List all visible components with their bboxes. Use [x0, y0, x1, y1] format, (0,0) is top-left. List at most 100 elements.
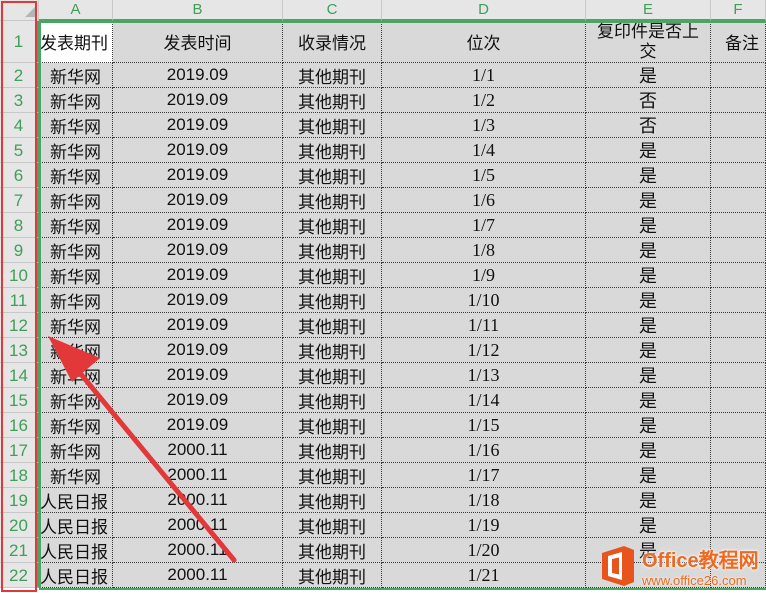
row-header-18[interactable]: 18	[0, 463, 39, 488]
cell-b17[interactable]: 2000.11	[113, 438, 283, 463]
cell-d8[interactable]: 1/7	[382, 213, 586, 238]
cell-b19[interactable]: 2000.11	[113, 488, 283, 513]
cell-d22[interactable]: 1/21	[382, 563, 586, 588]
select-all-corner[interactable]	[0, 0, 39, 21]
column-header-e[interactable]: E	[586, 0, 711, 21]
cell-c12[interactable]: 其他期刊	[283, 313, 382, 338]
cell-c20[interactable]: 其他期刊	[283, 513, 382, 538]
column-header-b[interactable]: B	[113, 0, 283, 21]
cell-a15[interactable]: 新华网	[39, 388, 113, 413]
cell-b7[interactable]: 2019.09	[113, 188, 283, 213]
cell-b11[interactable]: 2019.09	[113, 288, 283, 313]
cell-e18[interactable]: 是	[586, 463, 711, 488]
cell-b4[interactable]: 2019.09	[113, 113, 283, 138]
cell-f1[interactable]: 备注	[711, 21, 766, 63]
cell-b16[interactable]: 2019.09	[113, 413, 283, 438]
cell-b2[interactable]: 2019.09	[113, 63, 283, 88]
cell-d21[interactable]: 1/20	[382, 538, 586, 563]
cell-a7[interactable]: 新华网	[39, 188, 113, 213]
cell-c19[interactable]: 其他期刊	[283, 488, 382, 513]
cell-a6[interactable]: 新华网	[39, 163, 113, 188]
cell-a14[interactable]: 新华网	[39, 363, 113, 388]
cell-e6[interactable]: 是	[586, 163, 711, 188]
row-header-1[interactable]: 1	[0, 21, 39, 63]
cell-e14[interactable]: 是	[586, 363, 711, 388]
cell-f8[interactable]	[711, 213, 766, 238]
row-header-2[interactable]: 2	[0, 63, 39, 88]
row-header-17[interactable]: 17	[0, 438, 39, 463]
cell-c22[interactable]: 其他期刊	[283, 563, 382, 588]
cell-d6[interactable]: 1/5	[382, 163, 586, 188]
cell-f2[interactable]	[711, 63, 766, 88]
cell-d3[interactable]: 1/2	[382, 88, 586, 113]
cell-f14[interactable]	[711, 363, 766, 388]
cell-c13[interactable]: 其他期刊	[283, 338, 382, 363]
cell-a17[interactable]: 新华网	[39, 438, 113, 463]
cell-c4[interactable]: 其他期刊	[283, 113, 382, 138]
cell-d20[interactable]: 1/19	[382, 513, 586, 538]
row-header-6[interactable]: 6	[0, 163, 39, 188]
cell-f7[interactable]	[711, 188, 766, 213]
cell-e4[interactable]: 否	[586, 113, 711, 138]
cell-b1[interactable]: 发表时间	[113, 21, 283, 63]
cell-a13[interactable]: 新华网	[39, 338, 113, 363]
cell-e9[interactable]: 是	[586, 238, 711, 263]
cell-d4[interactable]: 1/3	[382, 113, 586, 138]
cell-b14[interactable]: 2019.09	[113, 363, 283, 388]
column-header-a[interactable]: A	[39, 0, 113, 21]
cell-c17[interactable]: 其他期刊	[283, 438, 382, 463]
cell-c3[interactable]: 其他期刊	[283, 88, 382, 113]
cell-d18[interactable]: 1/17	[382, 463, 586, 488]
cell-c5[interactable]: 其他期刊	[283, 138, 382, 163]
column-header-d[interactable]: D	[382, 0, 586, 21]
cell-c21[interactable]: 其他期刊	[283, 538, 382, 563]
cell-a2[interactable]: 新华网	[39, 63, 113, 88]
cell-d12[interactable]: 1/11	[382, 313, 586, 338]
cell-e10[interactable]: 是	[586, 263, 711, 288]
cell-b3[interactable]: 2019.09	[113, 88, 283, 113]
cell-a22[interactable]: 人民日报	[39, 563, 113, 588]
cell-d9[interactable]: 1/8	[382, 238, 586, 263]
cell-a4[interactable]: 新华网	[39, 113, 113, 138]
cell-e20[interactable]: 是	[586, 513, 711, 538]
row-header-22[interactable]: 22	[0, 563, 39, 588]
cell-c16[interactable]: 其他期刊	[283, 413, 382, 438]
cell-b13[interactable]: 2019.09	[113, 338, 283, 363]
cell-d17[interactable]: 1/16	[382, 438, 586, 463]
cell-b6[interactable]: 2019.09	[113, 163, 283, 188]
cell-f17[interactable]	[711, 438, 766, 463]
cell-d1[interactable]: 位次	[382, 21, 586, 63]
row-header-10[interactable]: 10	[0, 263, 39, 288]
row-header-19[interactable]: 19	[0, 488, 39, 513]
cell-c7[interactable]: 其他期刊	[283, 188, 382, 213]
cell-e11[interactable]: 是	[586, 288, 711, 313]
cell-f16[interactable]	[711, 413, 766, 438]
cell-c14[interactable]: 其他期刊	[283, 363, 382, 388]
row-header-3[interactable]: 3	[0, 88, 39, 113]
cell-d19[interactable]: 1/18	[382, 488, 586, 513]
cell-f11[interactable]	[711, 288, 766, 313]
cell-f9[interactable]	[711, 238, 766, 263]
row-header-16[interactable]: 16	[0, 413, 39, 438]
cell-e13[interactable]: 是	[586, 338, 711, 363]
cell-f13[interactable]	[711, 338, 766, 363]
cell-d2[interactable]: 1/1	[382, 63, 586, 88]
cell-c15[interactable]: 其他期刊	[283, 388, 382, 413]
cell-b9[interactable]: 2019.09	[113, 238, 283, 263]
cell-e8[interactable]: 是	[586, 213, 711, 238]
cell-b8[interactable]: 2019.09	[113, 213, 283, 238]
cell-d5[interactable]: 1/4	[382, 138, 586, 163]
cell-a5[interactable]: 新华网	[39, 138, 113, 163]
cell-e17[interactable]: 是	[586, 438, 711, 463]
cell-f3[interactable]	[711, 88, 766, 113]
cell-f12[interactable]	[711, 313, 766, 338]
row-header-11[interactable]: 11	[0, 288, 39, 313]
cell-e12[interactable]: 是	[586, 313, 711, 338]
cell-b10[interactable]: 2019.09	[113, 263, 283, 288]
cell-a21[interactable]: 人民日报	[39, 538, 113, 563]
cell-c1[interactable]: 收录情况	[283, 21, 382, 63]
cell-c10[interactable]: 其他期刊	[283, 263, 382, 288]
cell-a19[interactable]: 人民日报	[39, 488, 113, 513]
cell-d14[interactable]: 1/13	[382, 363, 586, 388]
cell-b18[interactable]: 2000.11	[113, 463, 283, 488]
